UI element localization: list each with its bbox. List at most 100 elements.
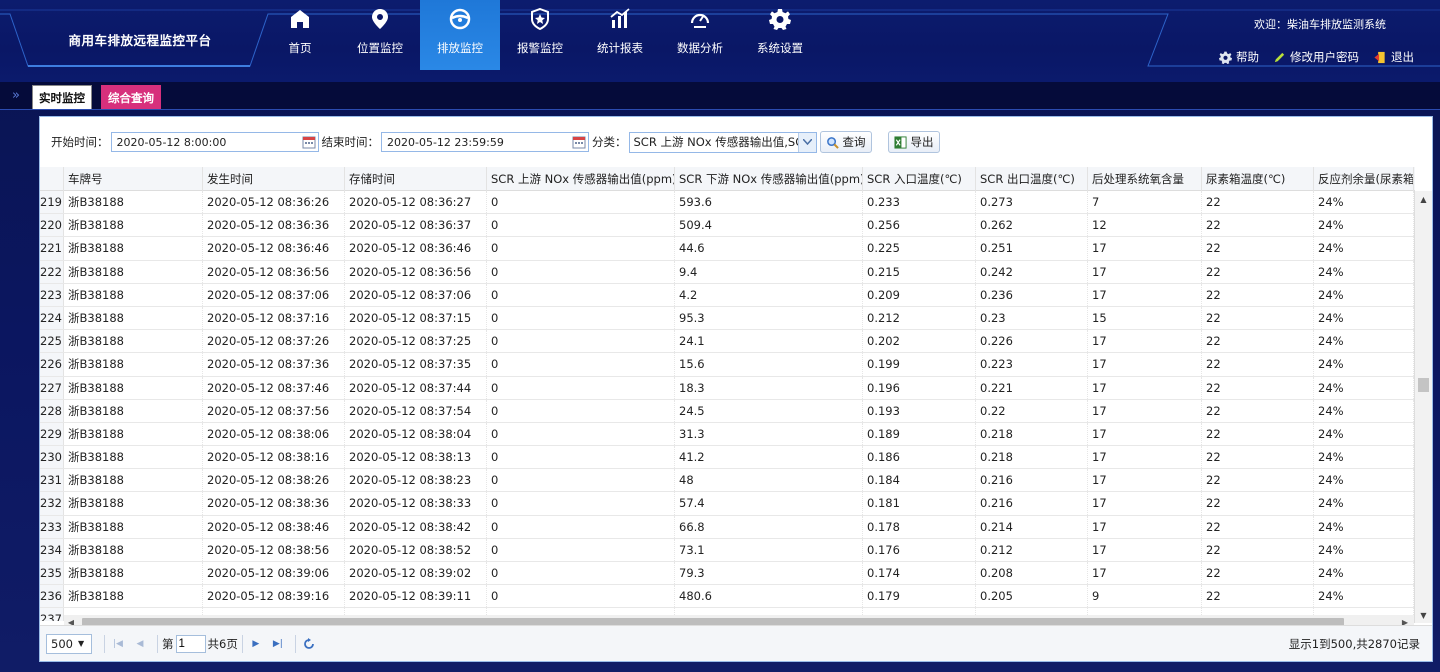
table-row[interactable]: 222 浙B38188 2020-05-12 08:36:56 2020-05-12 … (40, 260, 1415, 284)
grid-body: 219 浙B38188 2020-05-12 08:36:26 2020-05-12 … (40, 191, 1415, 621)
column-header[interactable]: 发生时间 (203, 167, 345, 191)
table-row[interactable]: 229 浙B38188 2020-05-12 08:38:06 2020-05-12 … (40, 422, 1415, 447)
row-number: 237 (40, 608, 64, 621)
table-cell: 浙B38188 (64, 376, 203, 399)
nav-data-analysis[interactable]: 数据分析 (660, 0, 740, 70)
query-button[interactable]: 查询 (819, 131, 872, 153)
vertical-scrollbar[interactable]: ▲ ▼ (1414, 191, 1432, 623)
user-links: 帮助 修改用户密码 退出 (1205, 49, 1414, 65)
main-nav: 首页 位置监控 排放监控 报警监控 统计报表 数据分析 系统设置 (260, 0, 820, 70)
nav-label: 统计报表 (597, 41, 643, 55)
table-cell: 0 (487, 260, 675, 283)
column-header[interactable]: 后处理系统氧含量 (1088, 167, 1202, 191)
tab-divider (0, 109, 1440, 110)
nav-system-settings[interactable]: 系统设置 (740, 0, 820, 70)
table-row[interactable]: 221 浙B38188 2020-05-12 08:36:46 2020-05-12 … (40, 237, 1415, 261)
table-cell: 24% (1314, 214, 1414, 237)
table-cell: 2020-05-12 08:36:56 (203, 260, 345, 283)
chevron-down-icon[interactable] (797, 132, 816, 152)
search-icon (826, 136, 839, 149)
scroll-up-icon[interactable]: ▲ (1415, 191, 1432, 207)
table-cell: 17 (1088, 492, 1202, 515)
nav-alarm-monitor[interactable]: 报警监控 (500, 0, 580, 70)
table-row[interactable]: 228 浙B38188 2020-05-12 08:37:56 2020-05-12 … (40, 399, 1415, 423)
table-cell: 0.214 (976, 515, 1088, 538)
table-row[interactable]: 232 浙B38188 2020-05-12 08:38:36 2020-05-12 … (40, 492, 1415, 516)
table-cell: 24% (1314, 237, 1414, 260)
shield-star-icon (527, 6, 553, 32)
column-header[interactable]: SCR 入口温度(℃) (863, 167, 976, 191)
table-cell: 22 (1202, 214, 1314, 237)
calendar-icon[interactable] (572, 135, 586, 149)
query-label: 查询 (842, 135, 866, 149)
nav-emission-monitor[interactable]: 排放监控 (420, 0, 500, 70)
table-cell: 7 (1088, 191, 1202, 214)
table-cell: 79.3 (675, 562, 863, 585)
page-number-input[interactable] (175, 634, 206, 653)
column-header[interactable]: SCR 出口温度(℃) (976, 167, 1088, 191)
calendar-icon[interactable] (302, 135, 316, 149)
help-link[interactable]: 帮助 (1219, 49, 1259, 65)
end-time-field[interactable]: 2020-05-12 23:59:59 (381, 132, 589, 152)
table-row[interactable]: 226 浙B38188 2020-05-12 08:37:36 2020-05-12 … (40, 353, 1415, 377)
category-select[interactable]: SCR 上游 NOx 传感器输出值,SC (628, 131, 817, 153)
help-label: 帮助 (1236, 50, 1259, 64)
nav-statistics[interactable]: 统计报表 (580, 0, 660, 70)
next-page-icon[interactable]: ▶ (247, 634, 265, 654)
tab-comprehensive-query[interactable]: 综合查询 (101, 85, 161, 110)
nav-location-monitor[interactable]: 位置监控 (340, 0, 420, 70)
nav-label: 数据分析 (677, 41, 723, 55)
column-header[interactable]: 车牌号 (64, 167, 203, 191)
table-row[interactable]: 230 浙B38188 2020-05-12 08:38:16 2020-05-12 … (40, 446, 1415, 470)
scroll-down-icon[interactable]: ▼ (1415, 607, 1432, 623)
table-row[interactable]: 224 浙B38188 2020-05-12 08:37:16 2020-05-12 … (40, 306, 1415, 331)
last-page-icon[interactable]: ▶| (269, 634, 287, 654)
export-button[interactable]: 导出 (887, 131, 940, 153)
table-cell: 2020-05-12 08:38:56 (203, 538, 345, 561)
table-cell: 0 (487, 562, 675, 585)
table-row[interactable]: 235 浙B38188 2020-05-12 08:39:06 2020-05-12 … (40, 562, 1415, 586)
expand-sidebar-icon[interactable]: » (12, 88, 20, 103)
change-password-link[interactable]: 修改用户密码 (1273, 49, 1359, 65)
table-cell: 17 (1088, 446, 1202, 469)
table-row[interactable]: 223 浙B38188 2020-05-12 08:37:06 2020-05-12 … (40, 283, 1415, 307)
table-row[interactable]: 225 浙B38188 2020-05-12 08:37:26 2020-05-12 … (40, 330, 1415, 354)
column-header[interactable]: 存储时间 (345, 167, 487, 191)
table-cell: 浙B38188 (64, 283, 203, 306)
table-row[interactable]: 236 浙B38188 2020-05-12 08:39:16 2020-05-12 … (40, 585, 1415, 609)
row-number: 220 (40, 214, 64, 237)
table-row[interactable]: 234 浙B38188 2020-05-12 08:38:56 2020-05-12 … (40, 538, 1415, 562)
app-title: 商用车排放远程监控平台 (68, 33, 212, 48)
page-size-select[interactable]: 500 ▼ (46, 633, 92, 654)
vertical-scroll-thumb[interactable] (1418, 378, 1429, 392)
table-cell: 浙B38188 (64, 237, 203, 260)
tab-realtime-monitor[interactable]: 实时监控 (32, 85, 92, 110)
table-cell: 0.242 (976, 260, 1088, 283)
table-cell: 0 (487, 330, 675, 353)
row-number: 222 (40, 260, 64, 283)
prev-page-icon[interactable]: ◀ (131, 634, 149, 654)
table-cell: 2020-05-12 08:38:06 (203, 422, 345, 446)
gauge-icon (687, 6, 713, 32)
first-page-icon[interactable]: |◀ (109, 634, 127, 654)
table-cell: 浙B38188 (64, 422, 203, 446)
table-row[interactable]: 220 浙B38188 2020-05-12 08:36:36 2020-05-12 … (40, 214, 1415, 238)
table-cell: 0.199 (863, 353, 976, 376)
start-time-field[interactable]: 2020-05-12 8:00:00 (110, 132, 319, 152)
column-header[interactable]: 尿素箱温度(℃) (1202, 167, 1314, 191)
refresh-icon[interactable] (300, 634, 318, 654)
table-row[interactable]: 231 浙B38188 2020-05-12 08:38:26 2020-05-12 … (40, 469, 1415, 493)
column-header[interactable]: SCR 上游 NOx 传感器输出值(ppm) (487, 167, 675, 191)
filter-bar: 开始时间： 2020-05-12 8:00:00 结束时间： 2020-05-1… (40, 117, 1432, 167)
column-header[interactable]: SCR 下游 NOx 传感器输出值(ppm) (675, 167, 863, 191)
page-prefix: 第 (162, 636, 174, 651)
table-row[interactable]: 219 浙B38188 2020-05-12 08:36:26 2020-05-12 … (40, 191, 1415, 215)
table-row[interactable]: 227 浙B38188 2020-05-12 08:37:46 2020-05-12 … (40, 376, 1415, 400)
table-cell: 0 (487, 422, 675, 446)
table-row[interactable]: 233 浙B38188 2020-05-12 08:38:46 2020-05-12 … (40, 515, 1415, 539)
table-cell: 24% (1314, 492, 1414, 515)
logout-link[interactable]: 退出 (1373, 49, 1414, 65)
column-header[interactable]: 反应剂余量(尿素箱液位 (1314, 167, 1414, 191)
nav-home[interactable]: 首页 (260, 0, 340, 70)
table-cell: 2020-05-12 08:36:27 (345, 191, 487, 214)
